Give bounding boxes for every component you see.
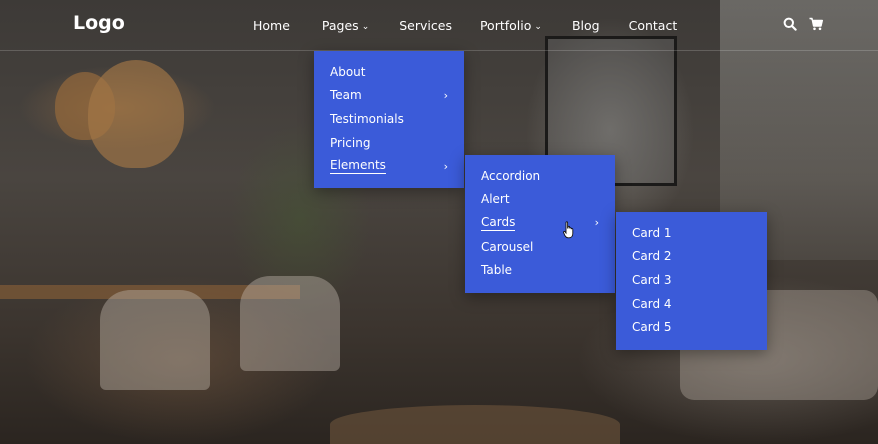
menu-item-about[interactable]: About: [314, 60, 464, 84]
nav-services[interactable]: Services: [399, 18, 452, 33]
nav-label: Services: [399, 18, 452, 33]
menu-item-card-3[interactable]: Card 3: [616, 268, 767, 292]
menu-item-label: About: [330, 64, 366, 79]
menu-item-cards[interactable]: Cards ›: [465, 211, 615, 235]
menu-item-table[interactable]: Table: [465, 258, 615, 282]
menu-item-pricing[interactable]: Pricing: [314, 131, 464, 155]
main-nav: Home Pages ⌄ Services Portfolio ⌄ Blog C…: [253, 18, 677, 33]
menu-item-label: Elements: [330, 158, 386, 175]
chevron-right-icon: ›: [443, 88, 448, 102]
logo[interactable]: Logo: [73, 12, 125, 34]
chevron-down-icon: ⌄: [534, 21, 542, 32]
menu-item-label: Pricing: [330, 135, 371, 150]
menu-item-label: Alert: [481, 192, 510, 207]
menu-item-elements[interactable]: Elements ›: [314, 154, 464, 178]
menu-item-card-5[interactable]: Card 5: [616, 315, 767, 339]
menu-item-card-4[interactable]: Card 4: [616, 292, 767, 316]
cards-submenu: Card 1 Card 2 Card 3 Card 4 Card 5: [616, 212, 767, 350]
menu-item-card-1[interactable]: Card 1: [616, 221, 767, 245]
chevron-right-icon: ›: [594, 216, 599, 230]
menu-item-label: Cards: [481, 214, 516, 231]
menu-item-team[interactable]: Team ›: [314, 84, 464, 108]
nav-pages[interactable]: Pages ⌄: [322, 18, 369, 33]
menu-item-label: Card 5: [632, 320, 672, 335]
menu-item-alert[interactable]: Alert: [465, 188, 615, 212]
nav-contact[interactable]: Contact: [629, 18, 678, 33]
menu-item-carousel[interactable]: Carousel: [465, 235, 615, 259]
nav-label: Contact: [628, 18, 678, 33]
chevron-down-icon: ⌄: [361, 21, 370, 32]
menu-item-label: Card 2: [632, 249, 672, 264]
pendant-lamp: [88, 60, 184, 168]
chevron-right-icon: ›: [443, 159, 448, 173]
chair: [240, 276, 340, 371]
coffee-table: [330, 405, 620, 444]
menu-item-testimonials[interactable]: Testimonials: [314, 107, 464, 131]
cart-icon[interactable]: [809, 17, 823, 31]
nav-portfolio[interactable]: Portfolio ⌄: [480, 18, 542, 33]
menu-item-label: Testimonials: [330, 111, 404, 126]
menu-item-label: Table: [481, 263, 513, 278]
menu-item-label: Team: [330, 88, 362, 103]
menu-item-label: Card 1: [632, 225, 672, 240]
menu-item-card-2[interactable]: Card 2: [616, 245, 767, 269]
nav-home[interactable]: Home: [253, 18, 290, 33]
elements-submenu: Accordion Alert Cards › Carousel Table: [465, 155, 615, 293]
nav-label: Portfolio: [479, 18, 532, 33]
site-header: Logo Home Pages ⌄ Services Portfolio ⌄ B…: [0, 0, 878, 51]
nav-label: Blog: [571, 18, 600, 33]
menu-item-label: Carousel: [481, 239, 534, 254]
nav-blog[interactable]: Blog: [572, 18, 600, 33]
nav-label: Pages: [321, 18, 359, 33]
header-icons: [783, 17, 823, 31]
pages-dropdown: About Team › Testimonials Pricing Element…: [314, 51, 464, 188]
pointer-cursor-icon: [563, 221, 575, 243]
menu-item-label: Card 3: [632, 272, 672, 287]
menu-item-label: Card 4: [632, 296, 672, 311]
menu-item-label: Accordion: [481, 168, 541, 183]
chair: [100, 290, 210, 390]
menu-item-accordion[interactable]: Accordion: [465, 164, 615, 188]
nav-label: Home: [253, 18, 290, 33]
search-icon[interactable]: [783, 17, 797, 31]
